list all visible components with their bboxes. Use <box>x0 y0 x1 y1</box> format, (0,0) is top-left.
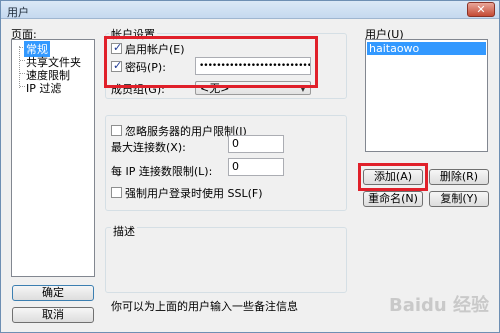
delete-user-button[interactable]: 删除(R) <box>429 169 489 185</box>
bypass-limits-checkbox[interactable] <box>111 125 122 136</box>
window-title: 用户 <box>7 6 29 19</box>
description-textarea[interactable] <box>107 233 345 289</box>
title-bar: 用户 ✕ <box>1 1 499 19</box>
tree-connector <box>20 86 25 87</box>
rename-user-button[interactable]: 重命名(N) <box>363 191 423 207</box>
list-item[interactable]: haitaowo <box>367 42 486 55</box>
force-ssl-label: 强制用户登录时使用 SSL(F) <box>125 187 263 200</box>
ok-button[interactable]: 确定 <box>12 285 94 301</box>
per-ip-label: 每 IP 连接数限制(L): <box>111 165 213 178</box>
pages-tree[interactable]: 常规 共享文件夹 速度限制 IP 过滤 <box>11 39 95 277</box>
watermark-logo: Baidu 经验 <box>389 295 490 316</box>
tree-connector <box>20 60 25 61</box>
annotation-highlight-account <box>104 36 318 88</box>
cancel-button[interactable]: 取消 <box>12 307 94 323</box>
description-hint: 你可以为上面的用户输入一些备注信息 <box>111 300 298 313</box>
force-ssl-checkbox[interactable] <box>111 187 122 198</box>
copy-user-button[interactable]: 复制(Y) <box>429 191 489 207</box>
annotation-highlight-add <box>358 163 428 191</box>
user-dialog: 用户 ✕ 页面: 常规 共享文件夹 速度限制 IP 过滤 确定 取消 帐户设置 … <box>0 0 500 333</box>
users-list[interactable]: haitaowo <box>365 39 488 152</box>
per-ip-field[interactable]: 0 <box>228 158 284 176</box>
tree-connector <box>20 73 25 74</box>
close-button[interactable]: ✕ <box>467 2 495 17</box>
tree-item-ip-filter[interactable]: IP 过滤 <box>26 80 61 96</box>
max-connections-field[interactable]: 0 <box>228 135 284 153</box>
tree-connector <box>19 46 20 88</box>
max-connections-label: 最大连接数(X): <box>111 141 186 154</box>
